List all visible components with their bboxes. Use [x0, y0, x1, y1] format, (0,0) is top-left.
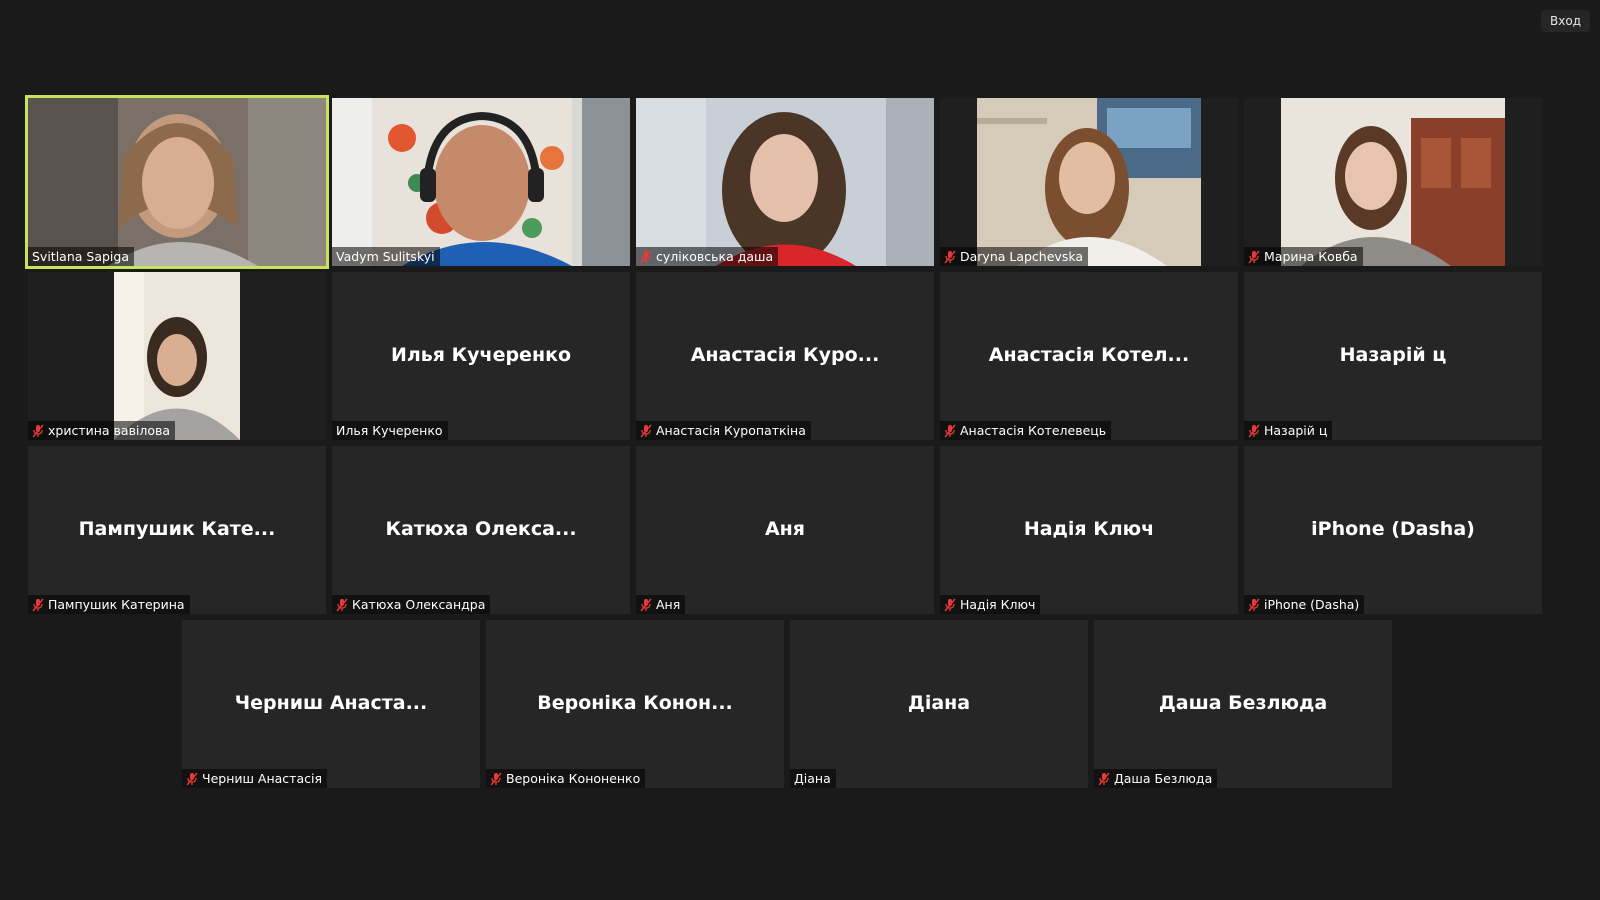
- participant-name: Svitlana Sapiga: [32, 249, 129, 264]
- participant-video: [977, 98, 1201, 266]
- participant-display-name: Діана: [907, 691, 971, 714]
- participant-name: христина вавілова: [48, 423, 171, 438]
- participant-name: Vadym Sulitskyi: [336, 249, 435, 264]
- participant-name: Марина Ковба: [1264, 249, 1358, 264]
- participant-tile-anastasiia-kotelevets[interactable]: Анастасія Котел... Анастасія Котелевець: [940, 272, 1238, 440]
- participant-tile-anastasiia-kuropatkina[interactable]: Анастасія Куро... Анастасія Куропаткіна: [636, 272, 934, 440]
- muted-mic-icon: [640, 598, 652, 612]
- participant-display-name: Черниш Анаста...: [234, 691, 428, 714]
- participant-name-label: Анастасія Котелевець: [940, 421, 1112, 440]
- participant-tile-chernysh-anastasiia[interactable]: Черниш Анаста... Черниш Анастасія: [182, 620, 480, 788]
- participant-display-name: Даша Безлюда: [1158, 691, 1328, 714]
- participant-display-name: Пампушик Кате...: [78, 517, 276, 540]
- muted-mic-icon: [1248, 250, 1260, 264]
- muted-mic-icon: [1248, 598, 1260, 612]
- participant-name-label: Пампушик Катерина: [28, 595, 190, 614]
- participant-tile-veronika-kononenko[interactable]: Вероніка Конон... Вероніка Кононенко: [486, 620, 784, 788]
- muted-mic-icon: [944, 424, 956, 438]
- participant-name-label: суліковська даша: [636, 247, 779, 266]
- muted-mic-icon: [490, 772, 502, 786]
- participant-name: суліковська даша: [656, 249, 774, 264]
- participant-tile-iphone-dasha[interactable]: iPhone (Dasha) iPhone (Dasha): [1244, 446, 1542, 614]
- participant-name: Илья Кучеренко: [336, 423, 443, 438]
- participant-tile-ania[interactable]: Аня Аня: [636, 446, 934, 614]
- participant-tile-sulikovska-dasha[interactable]: суліковська даша: [636, 98, 934, 266]
- participant-name-label: Даша Безлюда: [1094, 769, 1218, 788]
- participant-display-name: Анастасія Куро...: [690, 343, 880, 366]
- participant-name-label: iPhone (Dasha): [1244, 595, 1365, 614]
- participant-tile-pampushyk-kateryna[interactable]: Пампушик Кате... Пампушик Катерина: [28, 446, 326, 614]
- participant-tile-dasha-bezliuda[interactable]: Даша Безлюда Даша Безлюда: [1094, 620, 1392, 788]
- participant-tile-marina-kovba[interactable]: Марина Ковба: [1244, 98, 1542, 266]
- participant-name: Черниш Анастасія: [202, 771, 322, 786]
- participant-name-label: Діана: [790, 769, 836, 788]
- participant-video: [1281, 98, 1505, 266]
- participant-tile-vadym-sulitskyi[interactable]: Vadym Sulitskyi: [332, 98, 630, 266]
- participant-name-label: Черниш Анастасія: [182, 769, 327, 788]
- participant-display-name: Надія Ключ: [1023, 517, 1155, 540]
- participant-display-name: Назарій ц: [1339, 343, 1447, 366]
- muted-mic-icon: [640, 250, 652, 264]
- participant-name-label: Назарій ц: [1244, 421, 1333, 440]
- participant-tile-katiukha-oleksandra[interactable]: Катюха Олекса... Катюха Олександра: [332, 446, 630, 614]
- participant-name-label: Вероніка Кононенко: [486, 769, 646, 788]
- muted-mic-icon: [944, 598, 956, 612]
- participant-name-label: христина вавілова: [28, 421, 176, 440]
- participant-name: Пампушик Катерина: [48, 597, 185, 612]
- participant-name-label: Илья Кучеренко: [332, 421, 448, 440]
- participant-tile-svitlana-sapiga[interactable]: Svitlana Sapiga: [25, 95, 329, 269]
- participant-tile-khrystyna-vavilova[interactable]: христина вавілова: [28, 272, 326, 440]
- participant-name-label: Vadym Sulitskyi: [332, 247, 440, 266]
- participant-tile-nazarii-ts[interactable]: Назарій ц Назарій ц: [1244, 272, 1542, 440]
- muted-mic-icon: [32, 424, 44, 438]
- participant-display-name: iPhone (Dasha): [1311, 517, 1475, 540]
- participant-display-name: Илья Кучеренко: [390, 343, 572, 366]
- participant-name-label: Daryna Lapchevska: [940, 247, 1089, 266]
- participant-name-label: Надія Ключ: [940, 595, 1041, 614]
- participant-video: [636, 98, 934, 266]
- participant-name: Аня: [656, 597, 681, 612]
- muted-mic-icon: [186, 772, 198, 786]
- participant-tile-nadiia-kliuch[interactable]: Надія Ключ Надія Ключ: [940, 446, 1238, 614]
- participant-video: [114, 272, 240, 440]
- participant-display-name: Анастасія Котел...: [988, 343, 1190, 366]
- participant-tile-illya-kucherenko[interactable]: Илья Кучеренко Илья Кучеренко: [332, 272, 630, 440]
- muted-mic-icon: [1248, 424, 1260, 438]
- participant-display-name: Вероніка Конон...: [537, 691, 733, 714]
- participant-name: Катюха Олександра: [352, 597, 486, 612]
- participant-video: [332, 98, 630, 266]
- participant-name: Діана: [794, 771, 831, 786]
- participant-name: Daryna Lapchevska: [960, 249, 1084, 264]
- participant-name: Даша Безлюда: [1114, 771, 1213, 786]
- participant-name-label: Svitlana Sapiga: [28, 247, 134, 266]
- participant-tile-diana[interactable]: Діана Діана: [790, 620, 1088, 788]
- participant-name-label: Марина Ковба: [1244, 247, 1363, 266]
- participant-display-name: Катюха Олекса...: [385, 517, 577, 540]
- participant-name: Анастасія Куропаткіна: [656, 423, 806, 438]
- participant-name-label: Катюха Олександра: [332, 595, 491, 614]
- gallery-grid: Svitlana Sapiga Vadym Sulitskyi суліковс…: [0, 0, 1600, 900]
- participant-video: [28, 98, 326, 266]
- participant-name: Надія Ключ: [960, 597, 1036, 612]
- muted-mic-icon: [944, 250, 956, 264]
- participant-name-label: Анастасія Куропаткіна: [636, 421, 811, 440]
- participant-tile-daryna-lapchevska[interactable]: Daryna Lapchevska: [940, 98, 1238, 266]
- participant-name-label: Аня: [636, 595, 686, 614]
- participant-name: Вероніка Кононенко: [506, 771, 641, 786]
- muted-mic-icon: [32, 598, 44, 612]
- muted-mic-icon: [336, 598, 348, 612]
- muted-mic-icon: [1098, 772, 1110, 786]
- participant-display-name: Аня: [764, 517, 806, 540]
- participant-name: Анастасія Котелевець: [960, 423, 1107, 438]
- muted-mic-icon: [640, 424, 652, 438]
- participant-name: iPhone (Dasha): [1264, 597, 1360, 612]
- participant-name: Назарій ц: [1264, 423, 1328, 438]
